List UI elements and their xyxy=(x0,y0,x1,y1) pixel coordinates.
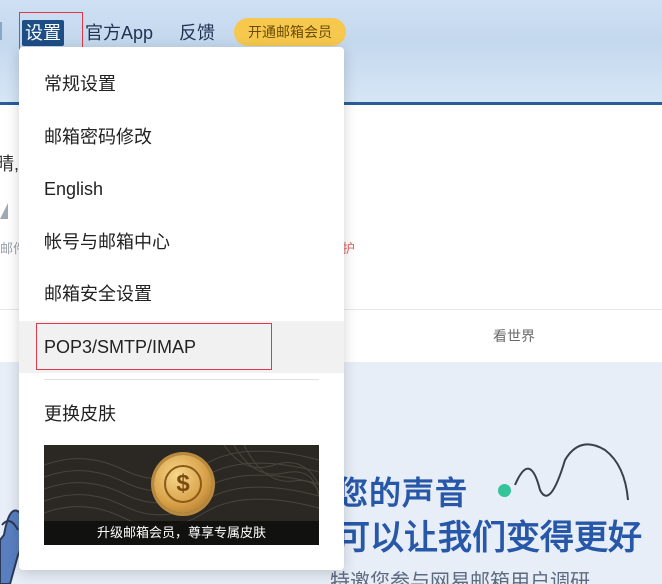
official-app-link[interactable]: 官方App xyxy=(85,20,153,46)
skin-promo-caption: 升级邮箱会员，尊享专属皮肤 xyxy=(44,521,319,545)
greeting-text: 晴, xyxy=(0,154,20,174)
dollar-coin-icon: $ xyxy=(154,455,212,513)
menu-item-general-settings[interactable]: 常规设置 xyxy=(19,58,344,110)
banner-headline: 您的声音 xyxy=(336,475,469,511)
feedback-link[interactable]: 反馈 xyxy=(179,20,215,46)
flag-icon xyxy=(0,203,8,219)
menu-item-english[interactable]: English xyxy=(19,163,344,215)
open-vip-button[interactable]: 开通邮箱会员 xyxy=(234,18,346,46)
menu-item-pop3-smtp-imap[interactable]: POP3/SMTP/IMAP xyxy=(19,321,344,373)
skin-promo-banner[interactable]: $ 升级邮箱会员，尊享专属皮肤 xyxy=(44,445,319,545)
nav-separator xyxy=(0,22,2,40)
banner-invite-text: 特邀您参与网易邮箱用户调研 xyxy=(330,571,590,584)
menu-divider xyxy=(44,379,319,380)
banner-curve-icon xyxy=(514,443,629,501)
settings-dropdown-menu: 常规设置 邮箱密码修改 English 帐号与邮箱中心 邮箱安全设置 POP3/… xyxy=(19,47,344,570)
menu-item-change-skin[interactable]: 更换皮肤 xyxy=(19,388,344,440)
menu-item-change-password[interactable]: 邮箱密码修改 xyxy=(19,111,344,163)
menu-item-account-center[interactable]: 帐号与邮箱中心 xyxy=(19,216,344,268)
menu-item-security-settings[interactable]: 邮箱安全设置 xyxy=(19,268,344,320)
settings-highlight-box xyxy=(19,12,83,52)
tab-world[interactable]: 看世界 xyxy=(493,326,535,346)
banner-subheadline: 可以让我们变得更好 xyxy=(336,519,642,557)
